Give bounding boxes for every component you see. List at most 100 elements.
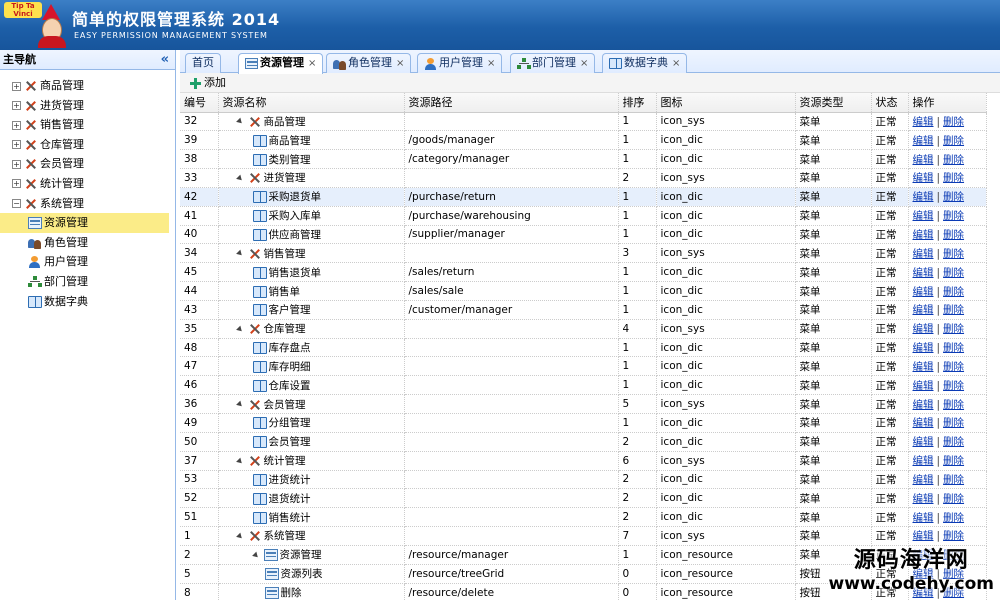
table-row[interactable]: 45 销售退货单/sales/return 1 icon_dic 菜单 正常 编辑 | 删除 bbox=[180, 262, 987, 283]
table-row[interactable]: 48 库存盘点 1 icon_dic 菜单 正常 编辑 | 删除 bbox=[180, 338, 987, 358]
expand-toggle-icon[interactable]: + bbox=[12, 159, 21, 169]
table-row[interactable]: 33 进货管理 2 icon_sys 菜单 正常 编辑 | 删除 bbox=[180, 168, 987, 188]
table-row[interactable]: 41 采购入库单/purchase/warehousing 1 icon_dic 菜单正… bbox=[180, 206, 987, 226]
add-button[interactable]: 添加 bbox=[190, 76, 226, 89]
delete-link[interactable]: 删除 bbox=[943, 399, 964, 411]
table-row[interactable]: 44 销售单/sales/sale 1 icon_dic 菜单 正常 编辑 | 删除 bbox=[180, 281, 987, 301]
tree-expand-arrow-icon[interactable] bbox=[251, 551, 260, 560]
column-header[interactable]: 资源类型 bbox=[795, 93, 872, 113]
edit-link[interactable]: 编辑 bbox=[913, 248, 934, 260]
table-row[interactable]: 35 仓库管理 4 icon_sys 菜单 正常 编辑 | 删除 bbox=[180, 319, 987, 339]
table-row[interactable]: 37 统计管理 6 icon_sys 菜单 正常 编辑 | 删除 bbox=[180, 451, 987, 471]
edit-link[interactable]: 编辑 bbox=[913, 455, 934, 467]
delete-link[interactable]: 删除 bbox=[943, 248, 964, 260]
table-row[interactable]: 32 商品管理 1 icon_sys 菜单 正常 编辑 | 删除 bbox=[180, 112, 987, 132]
delete-link[interactable]: 删除 bbox=[943, 455, 964, 467]
table-row[interactable]: 36 会员管理 5 icon_sys 菜单 正常 编辑 | 删除 bbox=[180, 394, 987, 414]
nav-item-2[interactable]: 角色管理 bbox=[0, 233, 175, 253]
table-row[interactable]: 40 供应商管理/supplier/manager 1 icon_dic 菜单 正常 编辑 |… bbox=[180, 225, 987, 245]
close-tab-icon[interactable]: × bbox=[672, 58, 680, 69]
table-row[interactable]: 38 类别管理/category/manager 1 icon_dic 菜单 正常 编辑 | 删… bbox=[180, 149, 987, 170]
edit-link[interactable]: 编辑 bbox=[913, 135, 934, 147]
close-tab-icon[interactable]: × bbox=[396, 58, 404, 69]
edit-link[interactable]: 编辑 bbox=[913, 587, 934, 599]
table-row[interactable]: 8 删除/resource/delete 0 icon_resource 按钮 正常 编辑 |… bbox=[180, 583, 987, 600]
table-row[interactable]: 42 采购退货单/purchase/return 1 icon_dic 菜单 正常 编辑 | 删… bbox=[180, 187, 987, 207]
table-row[interactable]: 2 资源管理/resource/manager 1 icon_resource 菜单 正常… bbox=[180, 545, 987, 565]
tab-3[interactable]: 角色管理 × bbox=[326, 53, 412, 73]
tree-expand-arrow-icon[interactable] bbox=[235, 325, 244, 334]
delete-link[interactable]: 删除 bbox=[943, 267, 964, 279]
expand-toggle-icon[interactable]: + bbox=[12, 120, 21, 130]
edit-link[interactable]: 编辑 bbox=[913, 286, 934, 298]
edit-link[interactable]: 编辑 bbox=[913, 530, 934, 542]
nav-group-4[interactable]: + 仓库管理 bbox=[0, 135, 175, 155]
nav-item-5[interactable]: 数据字典 bbox=[0, 292, 175, 312]
tree-expand-arrow-icon[interactable] bbox=[235, 118, 244, 126]
table-row[interactable]: 49 分组管理 1 icon_dic 菜单 正常 编辑 | 删除 bbox=[180, 413, 987, 433]
delete-link[interactable]: 删除 bbox=[943, 116, 964, 128]
tree-expand-arrow-icon[interactable] bbox=[235, 400, 244, 409]
column-header[interactable]: 图标 bbox=[656, 93, 796, 113]
tab-2[interactable]: 资源管理 × bbox=[238, 53, 324, 74]
column-header[interactable]: 资源名称 bbox=[218, 93, 405, 113]
edit-link[interactable]: 编辑 bbox=[913, 323, 934, 335]
tree-expand-arrow-icon[interactable] bbox=[235, 249, 244, 258]
expand-toggle-icon[interactable]: + bbox=[12, 179, 21, 189]
delete-link[interactable]: 删除 bbox=[943, 587, 964, 599]
delete-link[interactable]: 删除 bbox=[943, 135, 964, 147]
edit-link[interactable]: 编辑 bbox=[913, 399, 934, 411]
expand-toggle-icon[interactable]: + bbox=[12, 101, 21, 111]
expand-toggle-icon[interactable]: + bbox=[12, 81, 21, 91]
table-row[interactable]: 43 客户管理/customer/manager 1 icon_dic 菜单 正常 编辑 | 删… bbox=[180, 300, 987, 320]
delete-link[interactable]: 删除 bbox=[943, 512, 964, 524]
nav-item-1[interactable]: 资源管理 bbox=[0, 213, 169, 233]
edit-link[interactable]: 编辑 bbox=[913, 361, 934, 373]
expand-toggle-icon[interactable]: − bbox=[12, 199, 21, 209]
tab-5[interactable]: 部门管理 × bbox=[510, 53, 596, 73]
table-row[interactable]: 53 进货统计 2 icon_dic 菜单 正常 编辑 | 删除 bbox=[180, 470, 987, 490]
tree-expand-arrow-icon[interactable] bbox=[235, 532, 244, 541]
edit-link[interactable]: 编辑 bbox=[913, 342, 934, 354]
delete-link[interactable]: 删除 bbox=[943, 380, 964, 392]
edit-link[interactable]: 编辑 bbox=[913, 436, 934, 448]
edit-link[interactable]: 编辑 bbox=[913, 172, 934, 184]
edit-link[interactable]: 编辑 bbox=[913, 304, 934, 316]
delete-link[interactable]: 删除 bbox=[943, 436, 964, 448]
column-header[interactable]: 状态 bbox=[871, 93, 909, 113]
edit-link[interactable]: 编辑 bbox=[913, 568, 934, 580]
column-header[interactable]: 资源路径 bbox=[404, 93, 619, 113]
nav-group-3[interactable]: + 销售管理 bbox=[0, 115, 175, 135]
nav-item-4[interactable]: 部门管理 bbox=[0, 272, 175, 292]
expand-toggle-icon[interactable]: + bbox=[12, 140, 21, 150]
close-tab-icon[interactable]: × bbox=[487, 58, 495, 69]
delete-link[interactable]: 删除 bbox=[943, 474, 964, 486]
tree-expand-arrow-icon[interactable] bbox=[235, 174, 244, 183]
nav-group-5[interactable]: + 会员管理 bbox=[0, 154, 175, 174]
delete-link[interactable]: 删除 bbox=[943, 342, 964, 354]
delete-link[interactable]: 删除 bbox=[943, 304, 964, 316]
table-row[interactable]: 34 销售管理 3 icon_sys 菜单 正常 编辑 | 删除 bbox=[180, 243, 987, 264]
tree-expand-arrow-icon[interactable] bbox=[235, 457, 244, 465]
table-row[interactable]: 5 资源列表/resource/treeGrid 0 icon_resource 按钮正… bbox=[180, 564, 987, 584]
delete-link[interactable]: 删除 bbox=[943, 493, 964, 505]
delete-link[interactable]: 删除 bbox=[943, 323, 964, 335]
table-row[interactable]: 47 库存明细 1 icon_dic 菜单 正常 编辑 | 删除 bbox=[180, 356, 987, 377]
edit-link[interactable]: 编辑 bbox=[913, 154, 934, 166]
delete-link[interactable]: 删除 bbox=[943, 210, 964, 222]
table-row[interactable]: 50 会员管理 2 icon_dic 菜单 正常 编辑 | 删除 bbox=[180, 432, 987, 452]
nav-item-3[interactable]: 用户管理 bbox=[0, 252, 175, 272]
edit-link[interactable]: 编辑 bbox=[913, 417, 934, 429]
table-row[interactable]: 46 仓库设置 1 icon_dic 菜单 正常 编辑 | 删除 bbox=[180, 375, 987, 396]
column-header[interactable]: 操作 bbox=[908, 93, 987, 113]
delete-link[interactable]: 删除 bbox=[943, 530, 964, 542]
column-header[interactable]: 排序 bbox=[618, 93, 657, 113]
edit-link[interactable]: 编辑 bbox=[913, 493, 934, 505]
nav-group-7[interactable]: − 系统管理 bbox=[0, 194, 175, 214]
delete-link[interactable]: 删除 bbox=[943, 229, 964, 241]
nav-group-6[interactable]: + 统计管理 bbox=[0, 174, 175, 194]
nav-group-1[interactable]: + 商品管理 bbox=[0, 76, 175, 96]
delete-link[interactable]: 删除 bbox=[943, 568, 964, 580]
table-row[interactable]: 52 退货统计 2 icon_dic 菜单 正常 编辑 | 删除 bbox=[180, 488, 987, 509]
edit-link[interactable]: 编辑 bbox=[913, 191, 934, 203]
